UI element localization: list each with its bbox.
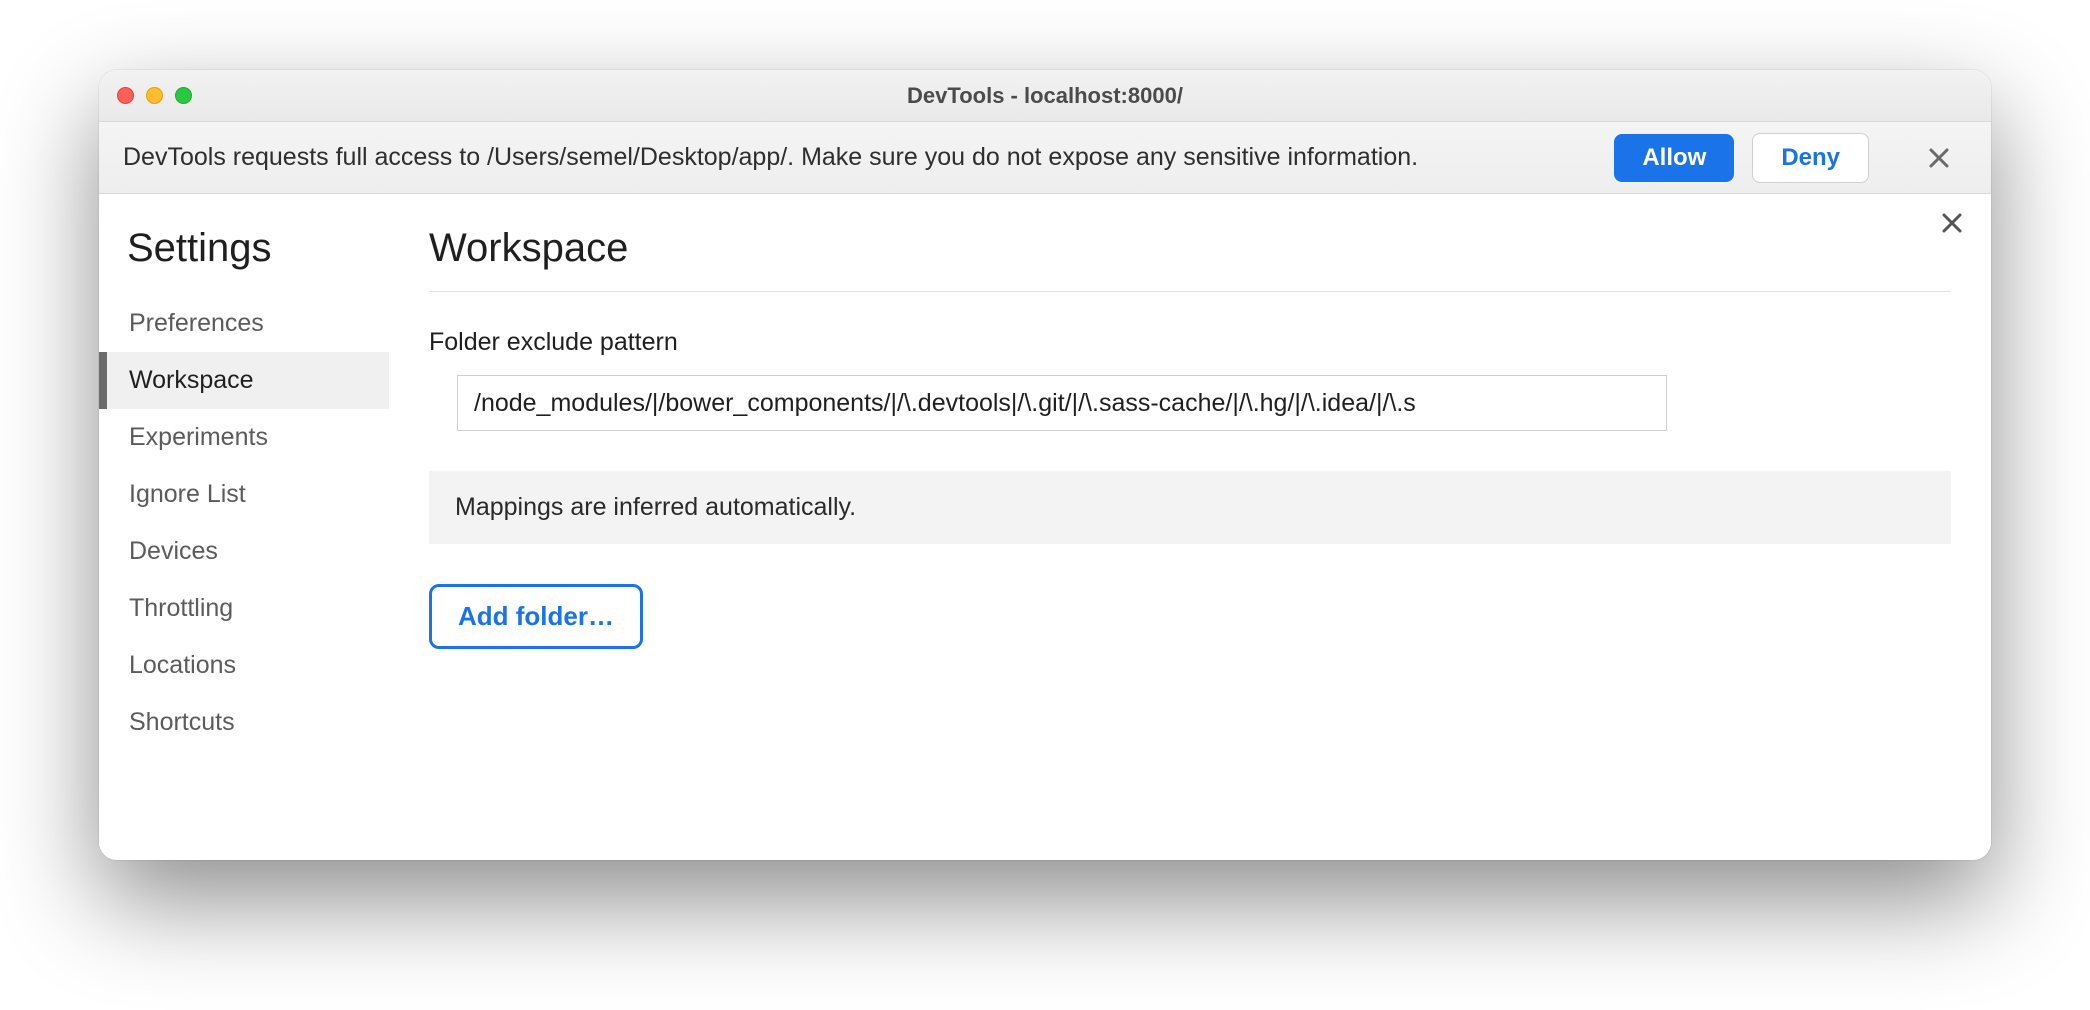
exclude-pattern-label: Folder exclude pattern (429, 328, 1951, 357)
permission-close-button[interactable] (1917, 136, 1961, 180)
sidebar-item-shortcuts[interactable]: Shortcuts (127, 694, 389, 751)
allow-button[interactable]: Allow (1614, 134, 1734, 182)
settings-title: Settings (127, 226, 389, 271)
close-icon (1941, 212, 1963, 234)
permission-bar: DevTools requests full access to /Users/… (99, 122, 1991, 194)
add-folder-button[interactable]: Add folder… (429, 584, 643, 649)
sidebar-item-throttling[interactable]: Throttling (127, 580, 389, 637)
traffic-lights (117, 87, 192, 104)
titlebar: DevTools - localhost:8000/ (99, 70, 1991, 122)
settings-main: Workspace Folder exclude pattern Mapping… (389, 194, 1991, 860)
settings-close-button[interactable] (1941, 212, 1963, 234)
settings-nav: Preferences Workspace Experiments Ignore… (127, 295, 389, 751)
window-close-button[interactable] (117, 87, 134, 104)
exclude-pattern-input[interactable] (457, 375, 1667, 431)
mappings-info: Mappings are inferred automatically. (429, 471, 1951, 544)
window-title: DevTools - localhost:8000/ (99, 83, 1991, 109)
sidebar-item-devices[interactable]: Devices (127, 523, 389, 580)
sidebar-item-workspace[interactable]: Workspace (99, 352, 389, 409)
sidebar-item-ignore-list[interactable]: Ignore List (127, 466, 389, 523)
settings-body: Settings Preferences Workspace Experimen… (99, 194, 1991, 860)
window-minimize-button[interactable] (146, 87, 163, 104)
sidebar-item-locations[interactable]: Locations (127, 637, 389, 694)
sidebar-item-preferences[interactable]: Preferences (127, 295, 389, 352)
devtools-window: DevTools - localhost:8000/ DevTools requ… (99, 70, 1991, 860)
close-icon (1928, 147, 1950, 169)
settings-sidebar: Settings Preferences Workspace Experimen… (99, 194, 389, 860)
sidebar-item-experiments[interactable]: Experiments (127, 409, 389, 466)
permission-message: DevTools requests full access to /Users/… (123, 143, 1596, 172)
deny-button[interactable]: Deny (1752, 133, 1869, 183)
window-zoom-button[interactable] (175, 87, 192, 104)
page-title: Workspace (429, 226, 1951, 292)
